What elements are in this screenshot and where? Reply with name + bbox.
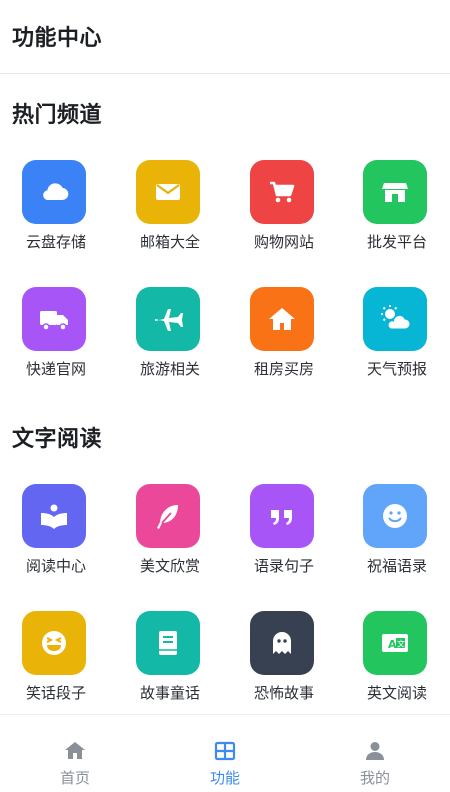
- ghost-icon: [250, 611, 314, 675]
- envelope-icon: [136, 160, 200, 224]
- feature-item[interactable]: 购物网站: [228, 160, 340, 270]
- app-header: 功能中心: [0, 0, 450, 74]
- hot-channels-grid: 云盘存储 邮箱大全 购物网站 批发平台快递官网 旅游相关 租房买房 天气预报: [0, 160, 450, 414]
- reader-icon: [22, 484, 86, 548]
- feature-item-label: 云盘存储: [25, 233, 86, 251]
- section-title-hot-channels: 热门频道: [12, 103, 103, 128]
- feature-item-label: 快递官网: [25, 360, 86, 378]
- page-title: 功能中心: [12, 26, 103, 51]
- bottom-tabbar: 首页 功能 我的: [0, 714, 450, 792]
- feature-item[interactable]: 旅游相关: [114, 287, 226, 397]
- home-icon: [250, 287, 314, 351]
- feature-item-label: 英文阅读: [366, 684, 427, 702]
- tab-mine[interactable]: 我的: [300, 715, 450, 792]
- section-title-text-reading: 文字阅读: [12, 427, 103, 452]
- user-tab-icon: [363, 739, 387, 763]
- feature-item[interactable]: 祝福语录: [341, 484, 450, 594]
- feature-item[interactable]: 云盘存储: [0, 160, 112, 270]
- grid-row: 阅读中心 美文欣赏 语录句子 祝福语录: [0, 484, 450, 611]
- feature-item-label: 美文欣赏: [139, 557, 200, 575]
- feature-item[interactable]: 快递官网: [0, 287, 112, 397]
- feature-item-label: 邮箱大全: [139, 233, 200, 251]
- feature-item[interactable]: 阅读中心: [0, 484, 112, 594]
- grid-tab-icon: [213, 739, 237, 763]
- grid-row: 快递官网 旅游相关 租房买房 天气预报: [0, 287, 450, 414]
- feature-item[interactable]: 邮箱大全: [114, 160, 226, 270]
- grid-row: 云盘存储 邮箱大全 购物网站 批发平台: [0, 160, 450, 287]
- feature-item-label: 祝福语录: [366, 557, 427, 575]
- feature-item-label: 故事童话: [139, 684, 200, 702]
- feature-item[interactable]: 美文欣赏: [114, 484, 226, 594]
- tab-home[interactable]: 首页: [0, 715, 150, 792]
- smile-icon: [363, 484, 427, 548]
- truck-icon: [22, 287, 86, 351]
- feature-item-label: 批发平台: [366, 233, 427, 251]
- svg-text:A: A: [388, 638, 397, 651]
- feature-item[interactable]: 租房买房: [228, 287, 340, 397]
- feature-item-label: 旅游相关: [139, 360, 200, 378]
- feature-item[interactable]: 天气预报: [341, 287, 450, 397]
- plane-icon: [136, 287, 200, 351]
- cart-icon: [250, 160, 314, 224]
- tab-label: 我的: [359, 769, 390, 787]
- translate-icon: A文: [363, 611, 427, 675]
- book-icon: [136, 611, 200, 675]
- weather-icon: [363, 287, 427, 351]
- feature-item[interactable]: A 文英文阅读: [341, 611, 450, 721]
- store-icon: [363, 160, 427, 224]
- home-tab-icon: [63, 739, 87, 763]
- laugh-icon: [22, 611, 86, 675]
- feature-item-label: 租房买房: [253, 360, 314, 378]
- feather-icon: [136, 484, 200, 548]
- feature-item-label: 笑话段子: [25, 684, 86, 702]
- tab-features[interactable]: 功能: [150, 715, 300, 792]
- text-reading-grid: 阅读中心 美文欣赏 语录句子 祝福语录笑话段子 故事童话 恐怖故事 A 文英文阅读: [0, 484, 450, 738]
- svg-text:文: 文: [397, 639, 405, 649]
- feature-item-label: 购物网站: [253, 233, 314, 251]
- feature-item[interactable]: 批发平台: [341, 160, 450, 270]
- feature-item[interactable]: 语录句子: [228, 484, 340, 594]
- feature-item-label: 恐怖故事: [253, 684, 314, 702]
- feature-item[interactable]: 笑话段子: [0, 611, 112, 721]
- feature-item[interactable]: 恐怖故事: [228, 611, 340, 721]
- tab-label: 功能: [209, 769, 240, 787]
- feature-item-label: 天气预报: [366, 360, 427, 378]
- quote-icon: [250, 484, 314, 548]
- feature-item[interactable]: 故事童话: [114, 611, 226, 721]
- tab-label: 首页: [59, 769, 90, 787]
- cloud-icon: [22, 160, 86, 224]
- feature-item-label: 语录句子: [253, 557, 314, 575]
- feature-item-label: 阅读中心: [25, 557, 86, 575]
